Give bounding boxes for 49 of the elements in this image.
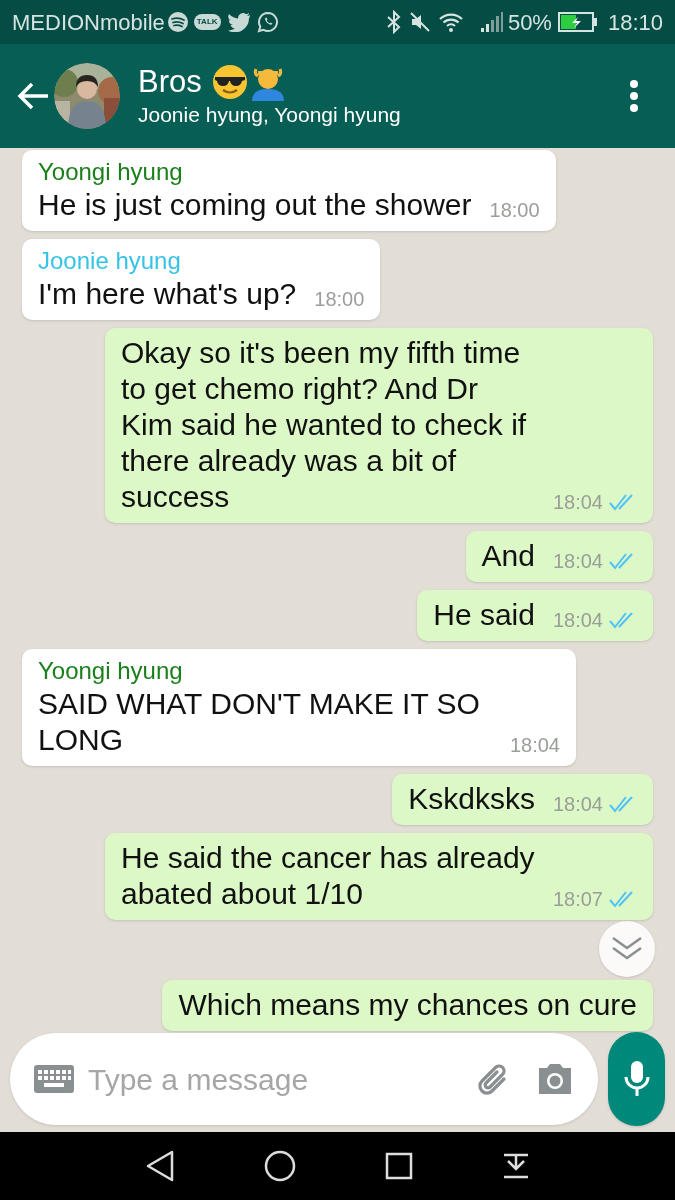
message-time: 18:00 bbox=[489, 198, 540, 223]
clock: 18:10 bbox=[607, 8, 663, 37]
camera-icon[interactable] bbox=[536, 1062, 574, 1096]
chat-title[interactable]: Bros bbox=[138, 63, 202, 101]
message-input-field[interactable]: Type a message bbox=[10, 1033, 598, 1125]
message-text: Which means my chances on cure bbox=[178, 987, 637, 1023]
notification-pull-icon[interactable] bbox=[502, 1152, 531, 1180]
sunglasses-face-icon bbox=[211, 64, 248, 100]
battery-percent: 50% bbox=[507, 8, 552, 37]
double-chevron-down-icon bbox=[611, 936, 643, 962]
bluetooth-icon bbox=[385, 10, 402, 34]
muted-speaker-icon bbox=[407, 10, 432, 34]
talk-badge: TALK bbox=[193, 14, 221, 30]
message-time: 18:04 bbox=[552, 490, 603, 515]
sender-name: Yoongi hyung bbox=[38, 656, 183, 686]
message-text: SAID WHAT DON'T MAKE IT SO LONG bbox=[38, 686, 481, 758]
battery-icon bbox=[557, 11, 598, 33]
chat-bubble-icon bbox=[256, 11, 279, 33]
message-time: 18:00 bbox=[314, 287, 365, 312]
microphone-icon bbox=[623, 1060, 650, 1098]
back-icon[interactable] bbox=[144, 1150, 175, 1182]
message-input[interactable]: Type a message bbox=[88, 1056, 474, 1102]
more-options-icon[interactable] bbox=[629, 79, 639, 113]
message-text: He is just coming out the shower bbox=[38, 187, 472, 223]
message-time: 18:04 bbox=[509, 733, 560, 758]
message-text: And bbox=[481, 538, 535, 574]
scroll-down-button[interactable] bbox=[599, 921, 655, 977]
message-time: 18:04 bbox=[552, 792, 603, 817]
message-text: He said the cancer has already abated about 1/10 bbox=[121, 840, 535, 912]
message-text: Kskdksks bbox=[408, 781, 535, 817]
carrier-name: MEDIONmobile bbox=[12, 8, 165, 37]
spotify-icon bbox=[166, 11, 189, 33]
message-time: 18:04 bbox=[552, 608, 603, 633]
microphone-button[interactable] bbox=[608, 1032, 665, 1126]
back-arrow-icon[interactable] bbox=[16, 81, 50, 111]
sender-name: Joonie hyung bbox=[38, 246, 181, 276]
bird-icon bbox=[226, 12, 251, 32]
message-text: Okay so it's been my fifth time to get chemo right? And Dr Kim said he wanted to check if there already was a bit of success bbox=[121, 335, 528, 515]
message-text: I'm here what's up? bbox=[38, 276, 297, 312]
message-time: 18:07 bbox=[552, 887, 603, 912]
signal-icon bbox=[479, 11, 504, 33]
message-time: 18:04 bbox=[552, 549, 603, 574]
keyboard-icon[interactable] bbox=[34, 1065, 74, 1093]
chat-participants: Joonie hyung, Yoongi hyung bbox=[138, 102, 401, 128]
wifi-icon bbox=[437, 11, 464, 33]
recent-apps-icon[interactable] bbox=[385, 1152, 414, 1180]
home-icon[interactable] bbox=[263, 1150, 296, 1182]
sender-name: Yoongi hyung bbox=[38, 157, 183, 187]
message-text: He said bbox=[433, 597, 535, 633]
